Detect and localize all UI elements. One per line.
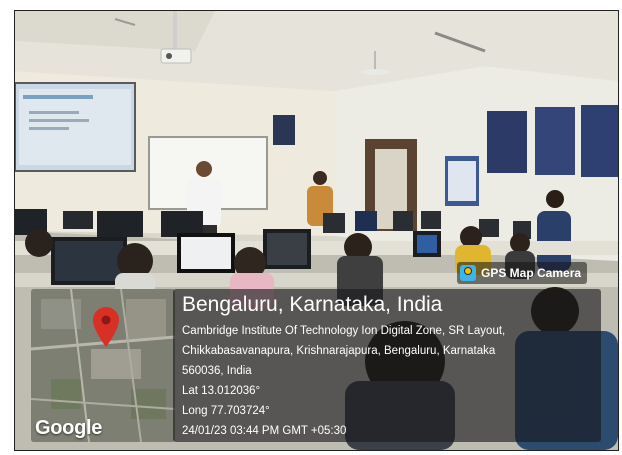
google-logo: Google [35, 417, 103, 439]
latitude-text: Lat 13.012036° [182, 385, 261, 397]
address-line-3: 560036, India [182, 365, 252, 377]
gps-map-camera-badge: GPS Map Camera [457, 262, 588, 284]
map-pin-icon [93, 307, 119, 347]
longitude-text: Long 77.703724° [182, 405, 270, 417]
camera-app-icon [460, 265, 476, 281]
address-line-2: Chikkabasavanapura, Krishnarajapura, Ben… [182, 345, 496, 357]
map-thumbnail: Google [31, 289, 175, 442]
timestamp-text: 24/01/23 03:44 PM GMT +05:30 [182, 425, 347, 437]
location-info-panel: Bengaluru, Karnataka, India Cambridge In… [173, 289, 601, 442]
classroom-photo: GPS Map Camera Google Bengaluru, Karnata… [14, 10, 619, 451]
location-title: Bengaluru, Karnataka, India [182, 293, 443, 316]
camera-app-name: GPS Map Camera [481, 266, 582, 280]
address-line-1: Cambridge Institute Of Technology Ion Di… [182, 325, 506, 337]
